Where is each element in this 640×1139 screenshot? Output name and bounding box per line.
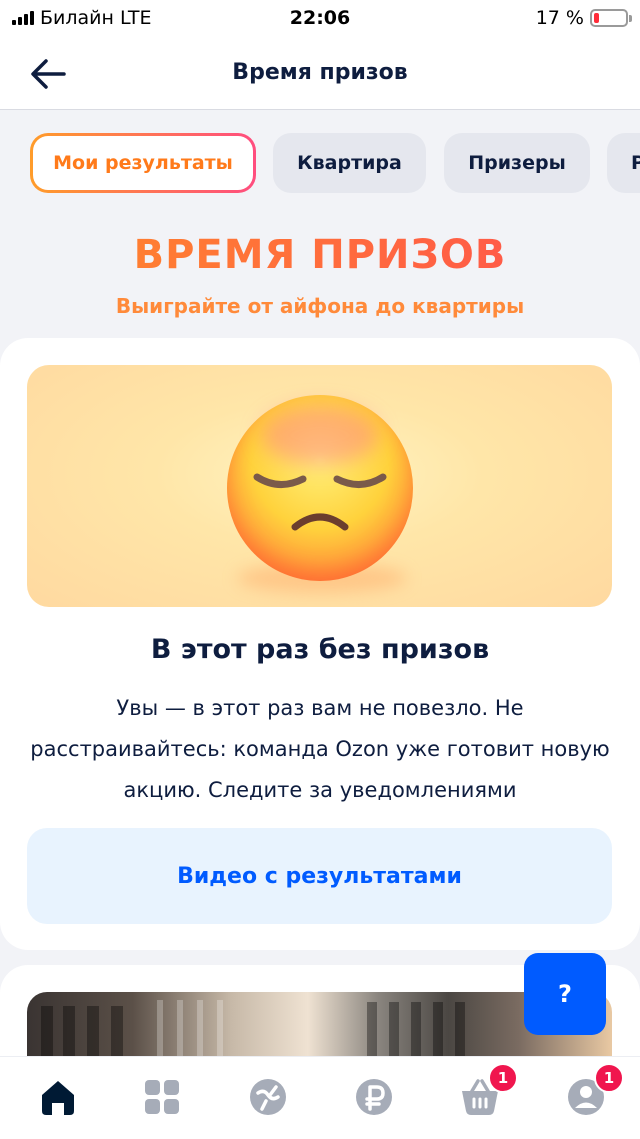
video-results-button[interactable]: Видео с результатами <box>27 828 612 924</box>
tab-label: Мои результаты <box>33 136 253 190</box>
nav-finance[interactable] <box>352 1075 396 1119</box>
hero-title: ВРЕМЯ ПРИЗОВ <box>0 232 640 278</box>
tabs-bar: Мои результаты Квартира Призеры Р <box>30 133 640 193</box>
cart-badge: 1 <box>488 1063 518 1093</box>
tab-label: Призеры <box>468 152 566 174</box>
emoji-banner <box>27 365 612 607</box>
nav-catalog[interactable] <box>140 1075 184 1119</box>
result-title: В этот раз без призов <box>150 634 490 665</box>
tab-label: Квартира <box>297 152 402 174</box>
nav-fresh[interactable] <box>246 1075 290 1119</box>
result-card: В этот раз без призов Увы — в этот раз в… <box>0 338 640 950</box>
tab-apartment[interactable]: Квартира <box>273 133 426 193</box>
hero-subtitle: Выиграйте от айфона до квартиры <box>115 294 525 318</box>
status-bar: Билайн LTE 22:06 17 % <box>0 0 640 38</box>
home-icon <box>42 1081 74 1115</box>
nav-cart[interactable]: 1 <box>458 1063 518 1119</box>
pensive-face-emoji <box>227 395 413 581</box>
profile-badge: 1 <box>594 1063 624 1093</box>
result-description: Увы — в этот раз вам не повезло. Не расс… <box>30 696 610 802</box>
tab-my-results[interactable]: Мои результаты <box>30 133 256 193</box>
page-title: Время призов <box>232 60 408 85</box>
fresh-icon <box>250 1079 286 1115</box>
tab-partial[interactable]: Р <box>607 133 640 193</box>
battery-fill <box>594 13 599 23</box>
help-button[interactable]: ? <box>524 953 606 1035</box>
top-header: Время призов <box>0 38 640 110</box>
ruble-icon <box>356 1079 392 1115</box>
tab-label: Р <box>631 152 640 174</box>
emoji-face-icon <box>253 473 387 531</box>
tab-winners[interactable]: Призеры <box>444 133 590 193</box>
catalog-icon <box>145 1080 179 1114</box>
bottom-nav: 1 1 <box>0 1056 640 1139</box>
nav-home[interactable] <box>36 1075 80 1119</box>
battery-percent: 17 % <box>535 7 584 29</box>
battery-icon <box>590 9 632 27</box>
nav-profile[interactable]: 1 <box>564 1063 624 1119</box>
status-right: 17 % <box>535 7 632 29</box>
